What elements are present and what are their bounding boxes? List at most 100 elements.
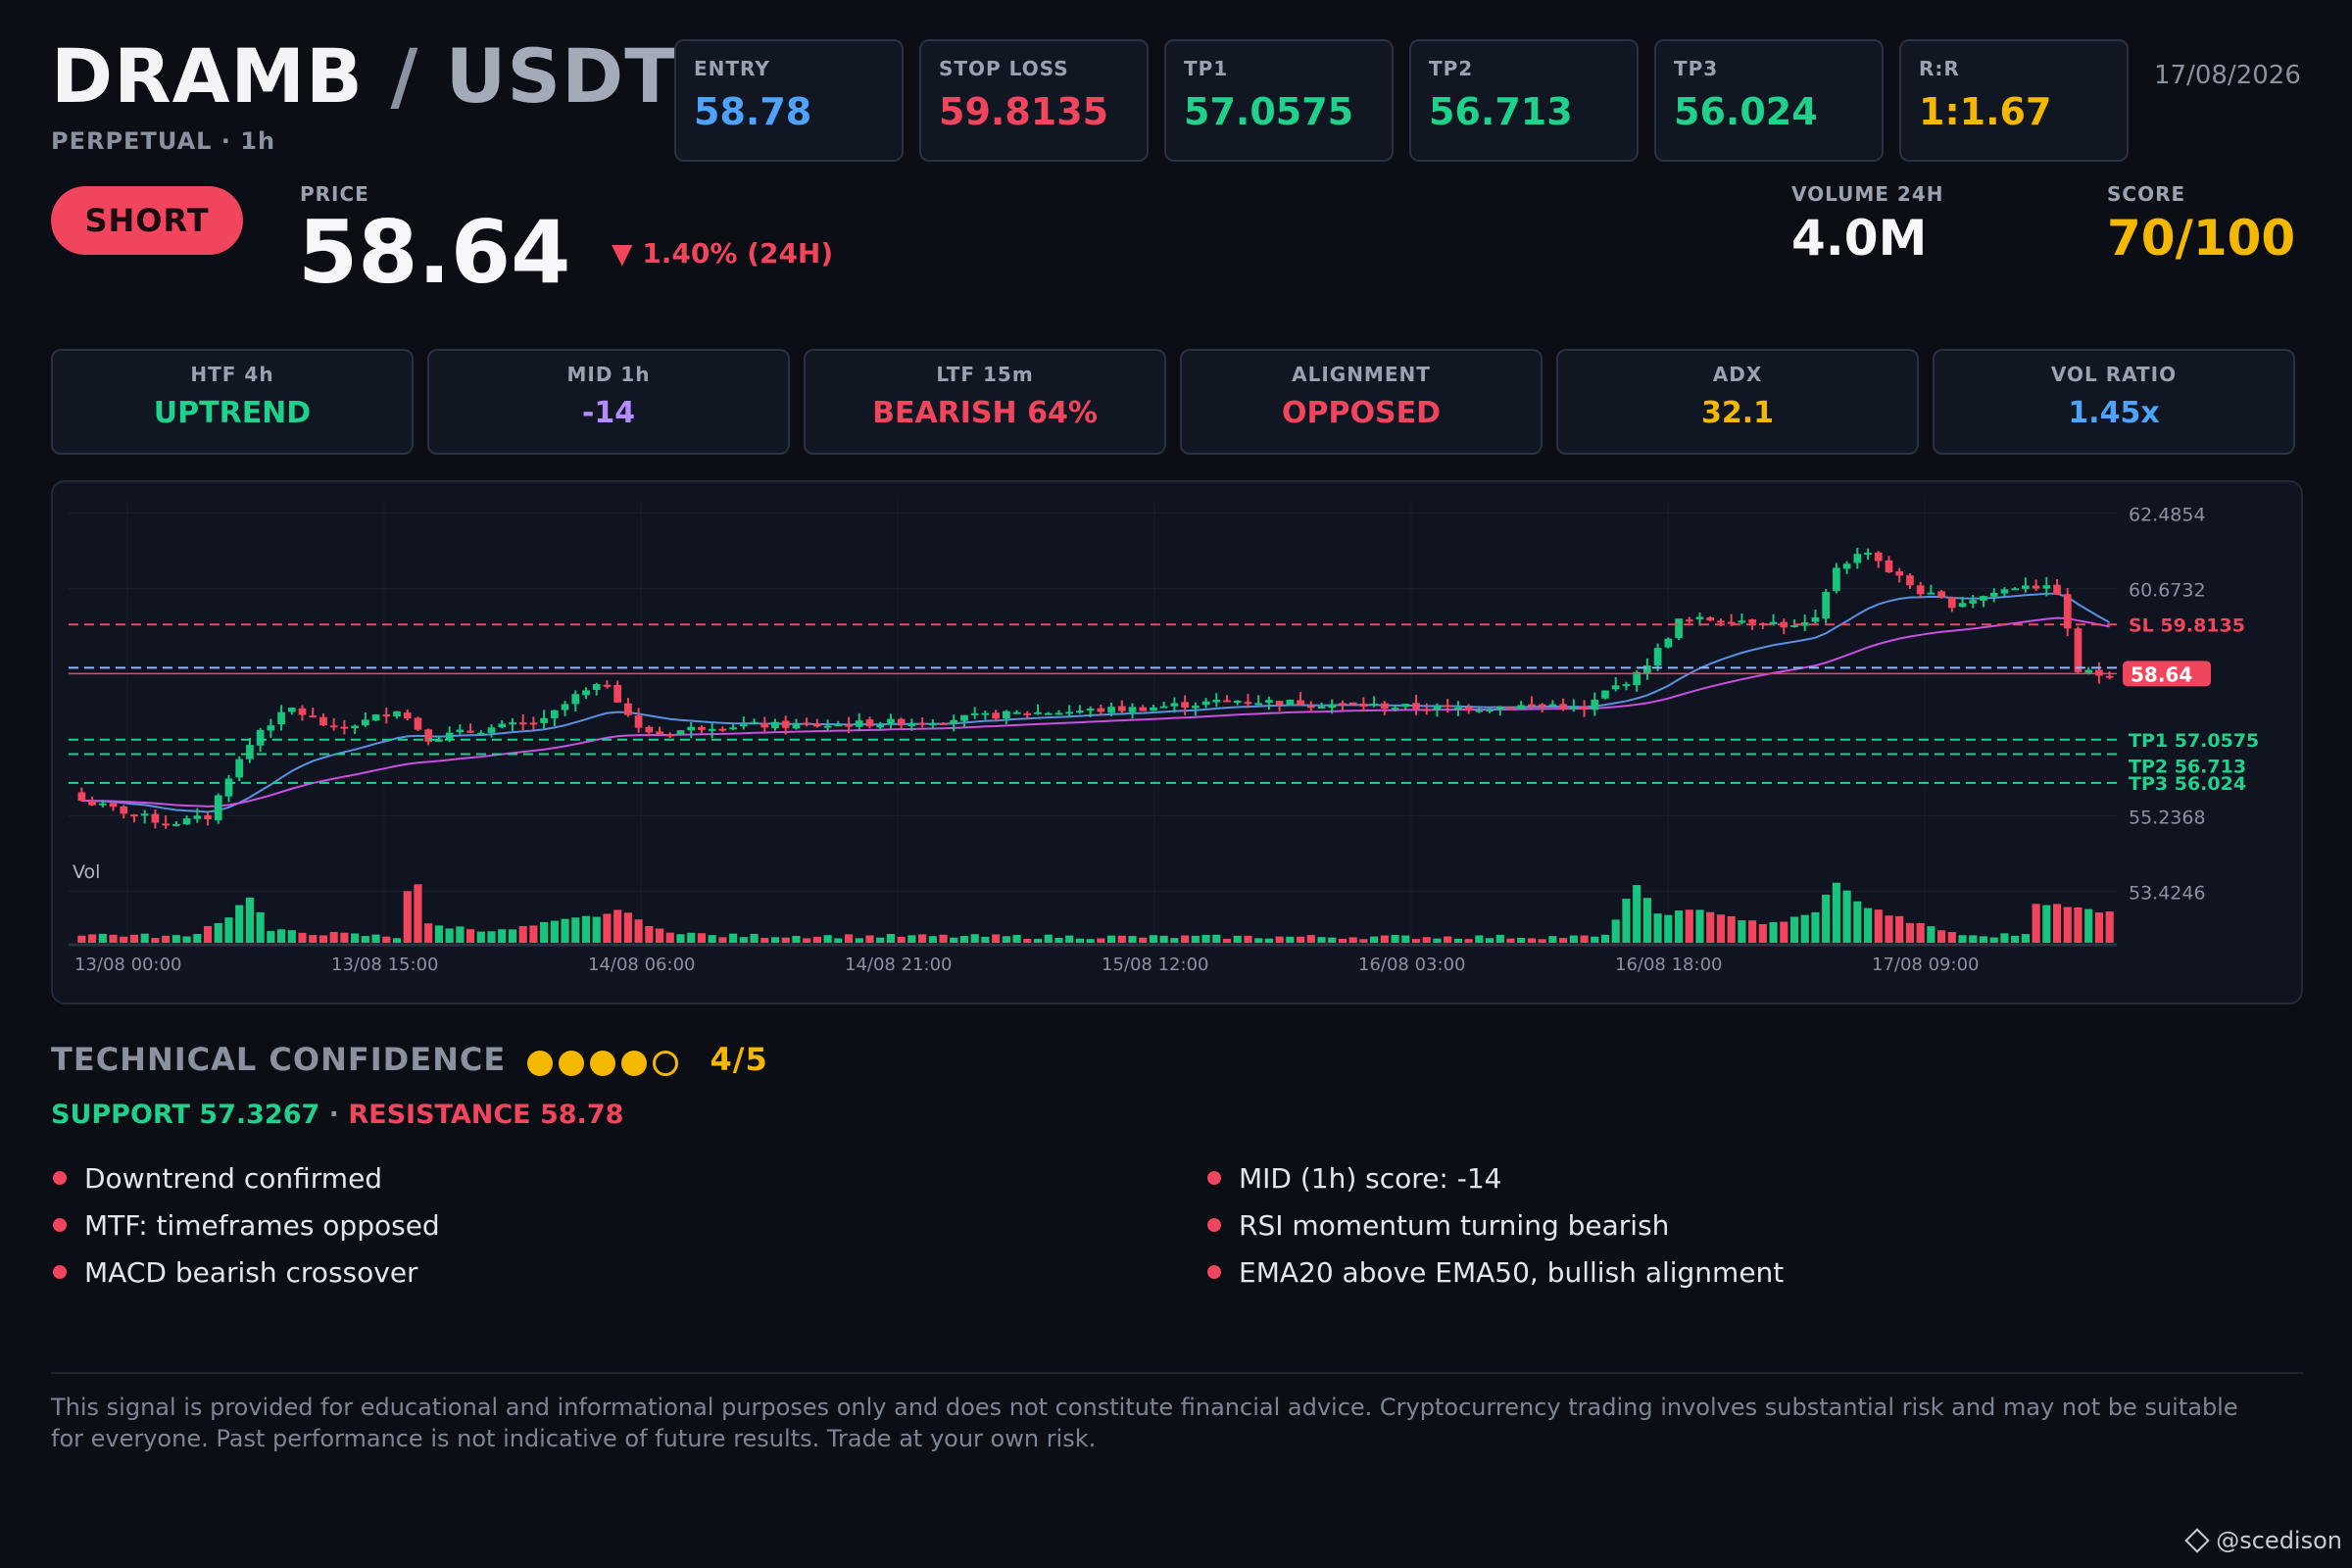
candle-body — [1506, 708, 1515, 710]
candle-body — [2074, 628, 2082, 672]
candlestick-chart-svg: 62.4854 60.6732 55.2368 53.4246 13/08 00:00 1… — [69, 500, 2259, 975]
candle-body — [1874, 552, 1883, 562]
volume-bar — [959, 936, 969, 943]
current-price-label: 58.64 — [2131, 662, 2192, 686]
candle-body — [1054, 712, 1063, 715]
candle-body — [498, 723, 507, 728]
volume-bar — [529, 925, 538, 943]
volume-bar — [592, 916, 601, 943]
volume-bar — [1916, 922, 1925, 943]
volume-bar — [729, 933, 738, 943]
candle-body — [1653, 648, 1662, 666]
volume-bar — [992, 934, 1001, 943]
volume-bar — [1591, 936, 1599, 943]
indicator-value: 32.1 — [1700, 396, 1775, 430]
volume-bar — [708, 935, 716, 943]
candle-body — [182, 818, 191, 825]
volume-bar — [581, 915, 591, 943]
volume-bar — [823, 935, 832, 943]
candle-body — [466, 730, 474, 733]
candle-body — [1012, 711, 1021, 714]
volume-bar — [445, 928, 454, 943]
disclaimer-text: This signal is provided for educational … — [51, 1394, 2238, 1452]
y-tick-label: 62.4854 — [2129, 504, 2206, 525]
candle-body — [340, 726, 349, 729]
price-value: 58.64 — [298, 202, 571, 303]
candle-body — [476, 732, 485, 735]
volume-bar — [2000, 933, 2009, 943]
volume-bar — [655, 928, 664, 943]
volume-value: 4.0M — [1791, 210, 1928, 267]
candle-body — [2000, 589, 2009, 594]
candle-body — [592, 684, 601, 690]
volume-bar — [1548, 936, 1557, 943]
level-label: TP1 — [1184, 57, 1229, 80]
volume-bar — [970, 934, 979, 943]
reason-text: RSI momentum turning bearish — [1239, 1208, 1670, 1242]
candle-body — [445, 732, 454, 740]
candle-body — [1380, 703, 1389, 710]
candle-body — [1833, 567, 1840, 592]
volume-bar — [109, 934, 118, 943]
volume-bar — [1527, 938, 1537, 943]
candle-body — [329, 725, 338, 728]
candle-body — [193, 815, 202, 819]
volume-bar — [1065, 935, 1074, 943]
candle-body — [204, 815, 212, 819]
candle-body — [561, 704, 569, 710]
volume-bar — [77, 935, 86, 943]
candle-body — [1401, 704, 1410, 708]
volume-bar — [1244, 935, 1252, 943]
indicator-box-vol-ratio: VOL RATIO 1.45x — [1933, 349, 2295, 455]
support-level: SUPPORT 57.3267 — [51, 1100, 320, 1130]
volume-bar — [550, 920, 559, 943]
reason-item: Downtrend confirmed — [51, 1154, 1129, 1201]
volume-bar — [1885, 915, 1893, 943]
candle-body — [1822, 591, 1831, 619]
indicator-value: OPPOSED — [1282, 396, 1441, 430]
candle-body — [1412, 703, 1420, 710]
volume-bar — [1653, 913, 1662, 943]
volume-bar — [256, 911, 265, 943]
reason-text: Downtrend confirmed — [84, 1161, 383, 1195]
candle-body — [1317, 706, 1326, 709]
candle-body — [151, 813, 160, 823]
candle-body — [1433, 706, 1442, 710]
volume-bar — [687, 932, 696, 943]
candle-body — [1254, 703, 1263, 706]
confidence-title: TECHNICAL CONFIDENCE — [51, 1041, 507, 1078]
candle-body — [897, 718, 906, 726]
candle-body — [1201, 701, 1210, 706]
volume-bar — [676, 934, 685, 943]
level-box-tp3: TP3 56.024 — [1654, 39, 1884, 162]
candle-body — [1622, 684, 1631, 687]
indicator-box-mid-1h: MID 1h -14 — [427, 349, 790, 455]
reasons-left: Downtrend confirmed MTF: timeframes oppos… — [51, 1154, 1129, 1296]
volume-bar — [403, 891, 412, 943]
volume-bar — [1181, 935, 1190, 943]
volume-bar — [2084, 908, 2093, 943]
candle-body — [1569, 706, 1578, 710]
candle-body — [1559, 704, 1567, 710]
indicator-box-htf-4h: HTF 4h UPTREND — [51, 349, 414, 455]
volume-bar — [518, 925, 527, 943]
candle-body — [1181, 702, 1189, 709]
candle-body — [1065, 711, 1074, 714]
candle-body — [1717, 620, 1725, 623]
volume-bar — [1306, 935, 1315, 943]
candle-body — [1916, 585, 1925, 595]
candle-body — [1528, 704, 1536, 707]
level-box-tp1: TP1 57.0575 — [1164, 39, 1394, 162]
market-subtitle: PERPETUAL · 1h — [51, 127, 276, 155]
candle-body — [509, 722, 516, 725]
level-value: 1:1.67 — [1919, 90, 2052, 133]
candle-body — [1969, 600, 1978, 604]
indicator-label: MID 1h — [566, 363, 651, 386]
candle-body — [298, 708, 307, 715]
volume-bar — [792, 935, 801, 943]
volume-bar — [129, 934, 139, 943]
volume-bar — [750, 933, 759, 943]
volume-bar — [120, 936, 128, 943]
signal-date: 17/08/2026 — [2154, 61, 2301, 90]
volume-bar — [1789, 916, 1799, 943]
